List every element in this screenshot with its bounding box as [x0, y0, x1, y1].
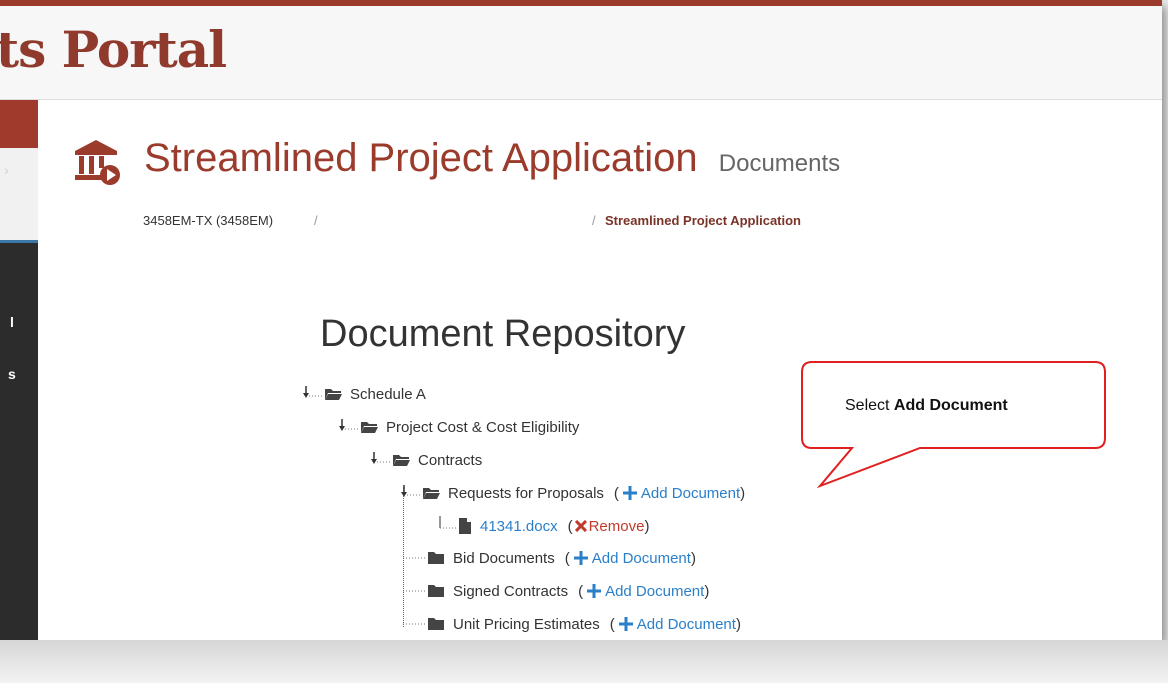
tree-node-label: Bid Documents: [453, 549, 555, 567]
paren-close: ): [735, 615, 741, 633]
callout-emphasis: Add Document: [893, 397, 1008, 414]
add-document-link[interactable]: Add Document: [592, 550, 691, 567]
folder-open-icon: [325, 389, 342, 400]
tree-node-label: Signed Contracts: [453, 582, 569, 600]
tree-connector: [403, 557, 425, 559]
portal-brand[interactable]: ts Portal: [0, 20, 227, 79]
file-icon: [459, 518, 471, 534]
plus-icon[interactable]: [573, 551, 588, 565]
folder-icon: [428, 618, 444, 630]
sidebar-divider: [0, 240, 38, 243]
add-document-link[interactable]: Add Document: [605, 583, 704, 600]
callout-prefix: Select: [845, 397, 894, 414]
paren-open: (: [564, 549, 570, 567]
bank-icon: [75, 140, 120, 185]
paren-open: (: [567, 517, 573, 535]
page-title: Streamlined Project Application Document…: [144, 136, 840, 181]
add-document-link[interactable]: Add Document: [641, 485, 740, 502]
tree-node-bid-documents[interactable]: Bid Documents ( Add Document ): [403, 548, 696, 568]
tree-connector: [439, 516, 456, 529]
tree-node-label: Requests for Proposals: [448, 484, 604, 502]
paren-close: ): [704, 582, 710, 600]
tree-node-file[interactable]: 41341.docx ( Remove ): [434, 516, 649, 536]
plus-icon[interactable]: [622, 486, 637, 500]
breadcrumb-separator-1: /: [314, 213, 318, 228]
breadcrumb-item-project[interactable]: 3458EM-TX (3458EM): [143, 213, 273, 228]
paren-open: (: [578, 582, 584, 600]
tree-expand-icon[interactable]: [368, 450, 392, 470]
callout-bubble: [801, 361, 1106, 489]
sidebar-active-item[interactable]: [0, 100, 38, 148]
top-header: ts Portal: [0, 0, 1162, 100]
tree-connector: [403, 590, 425, 592]
tree-expand-icon[interactable]: [398, 483, 422, 503]
tree-node-unit-pricing[interactable]: Unit Pricing Estimates ( Add Document ): [403, 614, 741, 634]
tree-node-requests-for-proposals[interactable]: Requests for Proposals ( Add Document ): [398, 483, 745, 503]
tree-expand-icon[interactable]: [300, 384, 324, 404]
folder-open-icon: [393, 455, 410, 466]
paren-open: (: [609, 615, 615, 633]
plus-icon[interactable]: [618, 617, 633, 631]
folder-icon: [428, 585, 444, 597]
x-icon[interactable]: [574, 520, 587, 532]
tree-node-label: Unit Pricing Estimates: [453, 615, 600, 633]
screenshot-shadow: [0, 640, 1168, 683]
folder-icon: [428, 552, 444, 564]
breadcrumb-separator-2: /: [592, 213, 596, 228]
tree-expand-icon[interactable]: [336, 417, 360, 437]
page-title-text: Streamlined Project Application: [144, 136, 698, 180]
folder-open-icon: [361, 422, 378, 433]
callout-text: Select Add Document: [845, 397, 1008, 415]
paren-close: ): [740, 484, 746, 502]
tree-node-signed-contracts[interactable]: Signed Contracts ( Add Document ): [403, 581, 709, 601]
paren-open: (: [613, 484, 619, 502]
tree-node-schedule-a[interactable]: Schedule A: [300, 384, 426, 404]
tree-node-project-cost[interactable]: Project Cost & Cost Eligibility: [336, 417, 579, 437]
plus-icon[interactable]: [587, 584, 602, 598]
paren-close: ): [690, 549, 696, 567]
breadcrumb-current: Streamlined Project Application: [605, 213, 802, 228]
folder-open-icon: [423, 488, 440, 499]
tree-node-contracts[interactable]: Contracts: [368, 450, 482, 470]
paren-close: ): [644, 517, 650, 535]
page-subtitle: Documents: [718, 150, 841, 177]
app-window: ts Portal › l s Streamlined Project Appl…: [0, 0, 1162, 640]
sidebar-item-label-1[interactable]: l: [10, 314, 14, 330]
remove-link[interactable]: Remove: [589, 518, 645, 535]
tree-node-label: Project Cost & Cost Eligibility: [386, 418, 580, 436]
chevron-icon[interactable]: ›: [4, 162, 9, 178]
add-document-link[interactable]: Add Document: [637, 616, 736, 633]
tree-node-label: Schedule A: [350, 385, 426, 403]
sidebar-item-label-2[interactable]: s: [8, 366, 16, 382]
tree-node-label: Contracts: [418, 451, 483, 469]
file-link[interactable]: 41341.docx: [480, 518, 558, 535]
tree-connector: [403, 623, 425, 625]
sidebar: › l s: [0, 100, 38, 640]
repository-title: Document Repository: [320, 313, 686, 355]
